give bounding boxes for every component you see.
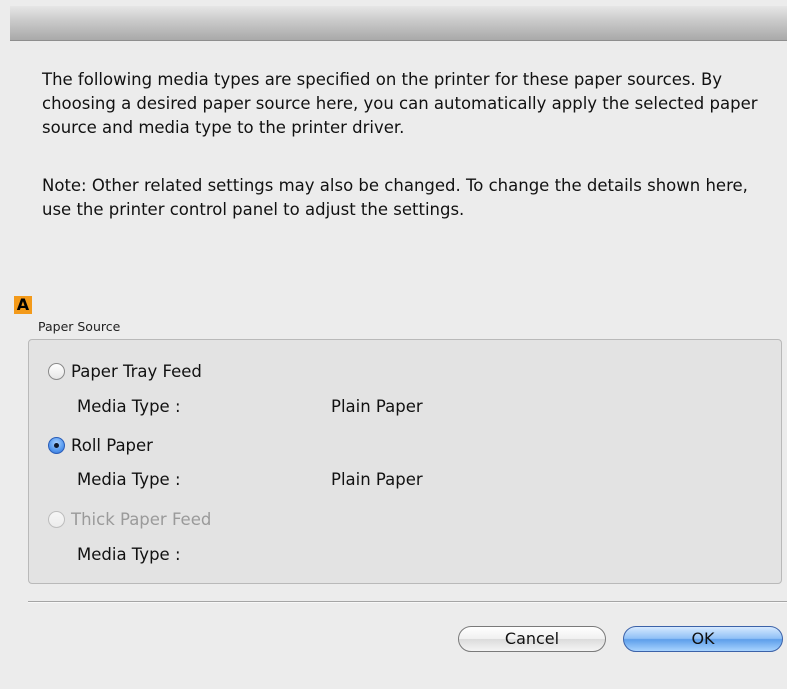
radio-roll-paper-label: Roll Paper bbox=[71, 436, 153, 455]
paper-tray-media-type-label: Media Type : bbox=[77, 397, 181, 416]
radio-button-icon[interactable] bbox=[48, 363, 65, 380]
paper-tray-media-type-value: Plain Paper bbox=[331, 397, 423, 416]
radio-button-selected-icon[interactable] bbox=[48, 437, 65, 454]
roll-paper-media-type-label: Media Type : bbox=[77, 470, 181, 489]
note-text: Note: Other related settings may also be… bbox=[42, 176, 748, 219]
roll-paper-media-type-value: Plain Paper bbox=[331, 470, 423, 489]
ok-button[interactable]: OK bbox=[623, 626, 783, 652]
radio-roll-paper[interactable]: Roll Paper bbox=[48, 436, 153, 455]
thick-paper-media-type-label: Media Type : bbox=[77, 545, 181, 564]
cancel-button[interactable]: Cancel bbox=[458, 626, 606, 652]
callout-marker-a: A bbox=[14, 296, 32, 314]
paper-source-group-label: Paper Source bbox=[38, 319, 121, 334]
radio-thick-paper-feed: Thick Paper Feed bbox=[48, 510, 211, 529]
radio-paper-tray-feed-label: Paper Tray Feed bbox=[71, 362, 202, 381]
radio-button-disabled-icon bbox=[48, 511, 65, 528]
radio-paper-tray-feed[interactable]: Paper Tray Feed bbox=[48, 362, 202, 381]
radio-thick-paper-feed-label: Thick Paper Feed bbox=[71, 510, 212, 529]
dialog-title-bar[interactable] bbox=[10, 6, 787, 41]
button-separator bbox=[28, 601, 787, 603]
description-text: The following media types are specified … bbox=[42, 70, 758, 137]
